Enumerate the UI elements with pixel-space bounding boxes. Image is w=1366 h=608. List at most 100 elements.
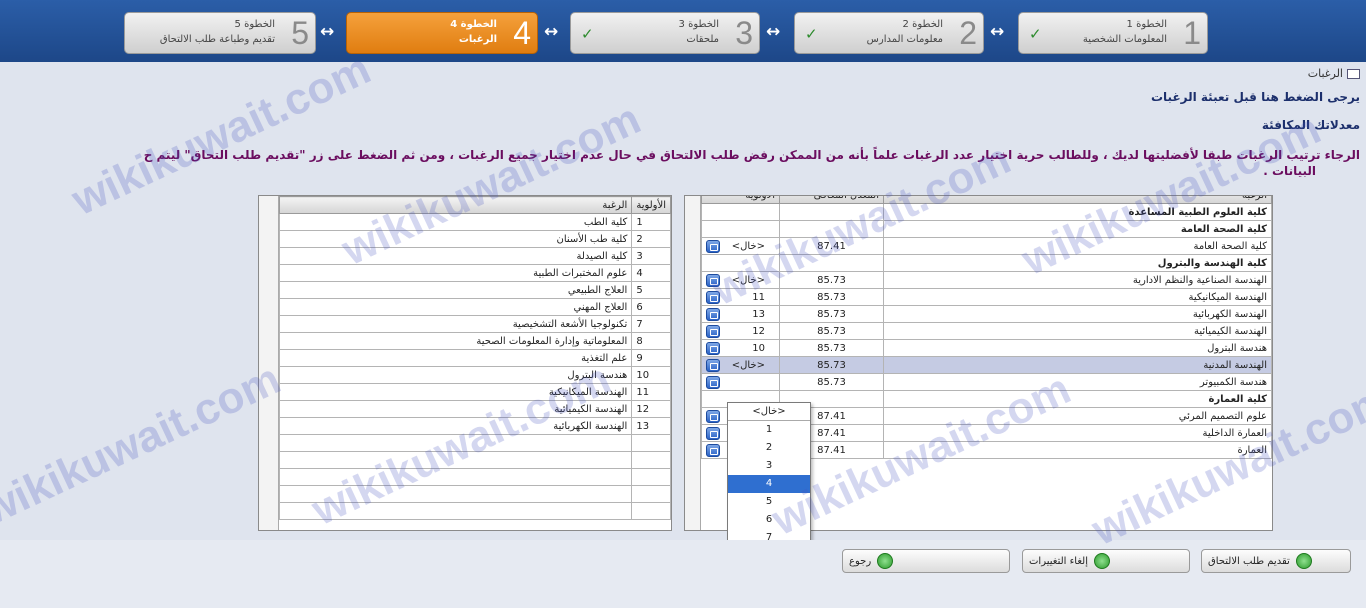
step-5-submit-print[interactable]: 5 الخطوة 5 تقديم وطباعة طلب الالتحاق (124, 12, 316, 54)
priority-cell: 7 (631, 315, 671, 333)
empty-cell (631, 451, 671, 469)
dropdown-toggle-icon[interactable] (706, 409, 720, 423)
wish-cell: كلية طب الأسنان (278, 230, 633, 248)
table-row[interactable]: 5 العلاج الطبيعي (278, 281, 671, 299)
table-row[interactable]: 11 الهندسة الميكانيكية (278, 383, 671, 401)
step-number: 3 (735, 15, 753, 51)
dropdown-toggle-icon[interactable] (706, 324, 720, 338)
priority-cell (701, 254, 780, 272)
dropdown-option[interactable]: 4 (728, 475, 810, 493)
table-row[interactable]: هندسة البترول 85.73 10 (701, 339, 1272, 357)
dropdown-toggle-icon[interactable] (706, 375, 720, 389)
step-number: 1 (1183, 15, 1201, 51)
check-icon: ✓ (805, 25, 818, 43)
double-arrow-icon: ↔ (990, 22, 1005, 42)
step-1-personal-info[interactable]: 1 الخطوة 1 المعلومات الشخصية ✓ (1018, 12, 1208, 54)
priority-cell: 5 (631, 281, 671, 299)
table-row[interactable]: 6 العلاج المهني (278, 298, 671, 316)
wish-cell: الهندسة الكهربائية (278, 417, 633, 435)
table-row[interactable]: 8 المعلوماتية وإدارة المعلومات الصحية (278, 332, 671, 350)
dropdown-option[interactable]: 6 (728, 511, 810, 529)
priority-cell (701, 203, 780, 221)
wish-cell: العلاج الطبيعي (278, 281, 633, 299)
instructions-link[interactable]: يرجى الضغط هنا قبل تعبئة الرغبات (1151, 90, 1360, 104)
step-title: الخطوة 4 (450, 19, 497, 30)
table-row[interactable]: الهندسة الميكانيكية 85.73 11 (701, 288, 1272, 306)
table-row[interactable]: 3 كلية الصيدلة (278, 247, 671, 265)
wish-cell: الهندسة المدنية (883, 356, 1272, 374)
dropdown-toggle-icon[interactable] (706, 307, 720, 321)
wish-cell: كلية الصحة العامة (883, 237, 1272, 255)
step-4-wishes[interactable]: 4 الخطوة 4 الرغبات (346, 12, 538, 54)
submit-application-button[interactable]: تقديم طلب الالتحاق (1201, 549, 1351, 573)
table-row[interactable]: 7 تكنولوجيا الأشعة التشخيصية (278, 315, 671, 333)
priority-cell[interactable]: 11 (701, 288, 780, 306)
dropdown-toggle-icon[interactable] (706, 290, 720, 304)
table-row[interactable]: 1 كلية الطب (278, 213, 671, 231)
priority-cell: 8 (631, 332, 671, 350)
table-row[interactable]: 13 الهندسة الكهربائية (278, 417, 671, 435)
empty-cell (278, 502, 633, 520)
table-row[interactable]: كلية الصحة العامة 87.41 <خال> (701, 237, 1272, 255)
undo-changes-button[interactable]: إلغاء التغييرات (1022, 549, 1190, 573)
priority-cell[interactable]: <خال> (701, 271, 780, 289)
dropdown-option[interactable]: 1 (728, 421, 810, 439)
empty-cell (278, 434, 633, 452)
dropdown-option[interactable]: 5 (728, 493, 810, 511)
priority-cell (701, 220, 780, 238)
step-2-schools-info[interactable]: 2 الخطوة 2 معلومات المدارس ✓ (794, 12, 984, 54)
empty-row (278, 468, 671, 486)
priority-header[interactable]: الأولوية (701, 196, 780, 204)
table-row[interactable]: 12 الهندسة الكيميائية (278, 400, 671, 418)
priority-cell[interactable]: <خال> (701, 356, 780, 374)
instructions-text: الرجاء ترتيب الرغبات طبقا لأفضليتها لديك… (143, 148, 1360, 162)
group-row: كلية الهندسة والبترول (701, 254, 1272, 272)
table-row[interactable]: 10 هندسة البترول (278, 366, 671, 384)
wish-cell: علوم التصميم المرئي (883, 407, 1272, 425)
dropdown-toggle-icon[interactable] (706, 426, 720, 440)
table-row[interactable]: 2 كلية طب الأسنان (278, 230, 671, 248)
rate-cell (779, 254, 884, 272)
rate-cell: 85.73 (779, 373, 884, 391)
step-3-attachments[interactable]: 3 الخطوة 3 ملحقات ✓ (570, 12, 760, 54)
back-button[interactable]: رجوع (842, 549, 1010, 573)
dropdown-toggle-icon[interactable] (706, 358, 720, 372)
priority-cell: 3 (631, 247, 671, 265)
table-row[interactable]: الهندسة الكهربائية 85.73 13 (701, 305, 1272, 323)
dropdown-option[interactable]: 3 (728, 457, 810, 475)
dropdown-current-value[interactable]: <خال> (728, 403, 810, 421)
priority-cell[interactable]: 10 (701, 339, 780, 357)
wish-header[interactable]: الرغبة (883, 196, 1272, 204)
rate-header[interactable]: المعدل المكافئ (779, 196, 884, 204)
table-row[interactable]: 4 علوم المختبرات الطبية (278, 264, 671, 282)
table-row[interactable]: الهندسة الصناعية والنظم الادارية 85.73 <خا… (701, 271, 1272, 289)
wish-cell: هندسة الكمبيوتر (883, 373, 1272, 391)
step-title: الخطوة 3 (678, 19, 719, 30)
table-row[interactable]: الهندسة المدنية 85.73 <خال> (701, 356, 1272, 374)
priority-cell[interactable]: 13 (701, 305, 780, 323)
empty-cell (631, 434, 671, 452)
vertical-scrollbar[interactable] (259, 196, 279, 530)
dropdown-toggle-icon[interactable] (706, 341, 720, 355)
table-row[interactable]: هندسة الكمبيوتر 85.73 (701, 373, 1272, 391)
empty-cell (631, 502, 671, 520)
check-circle-icon (1295, 553, 1312, 569)
priority-cell: 10 (631, 366, 671, 384)
priority-cell[interactable]: <خال> (701, 237, 780, 255)
dropdown-toggle-icon[interactable] (706, 239, 720, 253)
wish-cell: كلية العلوم الطبية المساعدة (883, 203, 1272, 221)
wish-cell: العمارة الداخلية (883, 424, 1272, 442)
dropdown-toggle-icon[interactable] (706, 443, 720, 457)
priority-cell[interactable]: 12 (701, 322, 780, 340)
table-row[interactable]: 9 علم التغذية (278, 349, 671, 367)
dropdown-option[interactable]: 2 (728, 439, 810, 457)
wish-cell: تكنولوجيا الأشعة التشخيصية (278, 315, 633, 333)
double-arrow-icon: ↔ (544, 22, 559, 42)
vertical-scrollbar[interactable] (685, 196, 701, 530)
wish-header[interactable]: الرغبة (278, 196, 633, 214)
equivalent-rates-link[interactable]: معدلاتك المكافئة (1262, 118, 1360, 132)
table-row[interactable]: الهندسة الكيميائية 85.73 12 (701, 322, 1272, 340)
dropdown-toggle-icon[interactable] (706, 273, 720, 287)
priority-header[interactable]: الأولوية (631, 196, 671, 214)
priority-cell[interactable] (701, 373, 780, 391)
